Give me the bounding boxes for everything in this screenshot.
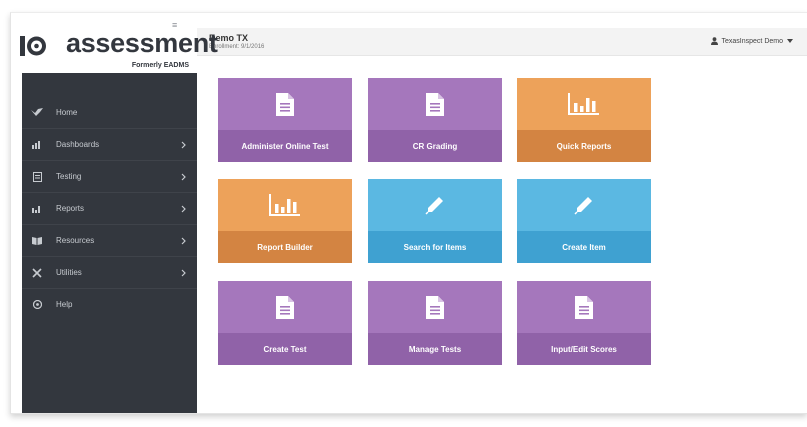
help-icon: [28, 300, 46, 309]
bar-chart-icon: [269, 194, 300, 216]
tile-icon-area: [517, 78, 651, 130]
top-bar: Demo TX Enrollment: 9/1/2016 TexasInspec…: [197, 28, 807, 56]
sidebar-nav: Home Dashboards Testing Reports Resource…: [22, 96, 197, 320]
bar-chart-icon: [28, 205, 46, 213]
tile-icon-area: [218, 281, 352, 333]
io-logo-icon: [20, 36, 46, 56]
page: Demo TX Enrollment: 9/1/2016 TexasInspec…: [0, 0, 807, 427]
pencil-icon: [425, 197, 443, 215]
document-icon: [276, 92, 294, 116]
document-icon: [276, 295, 294, 319]
sidebar-item-label: Reports: [56, 204, 85, 213]
menu-toggle-icon[interactable]: ≡: [172, 21, 182, 30]
bar-chart-icon: [568, 93, 599, 115]
tile-label: Create Item: [517, 231, 651, 263]
pencil-icon: [574, 197, 592, 215]
sidebar-item-label: Resources: [56, 236, 95, 245]
tile-label: Report Builder: [218, 231, 352, 263]
sidebar-item-label: Utilities: [56, 268, 82, 277]
tile-icon-area: [368, 281, 502, 333]
chevron-right-icon: [181, 205, 186, 213]
tile-input-edit-scores[interactable]: Input/Edit Scores: [517, 281, 651, 365]
user-name: TexasInspect Demo: [721, 37, 783, 45]
testing-icon: [28, 171, 46, 182]
tile-create-item[interactable]: Create Item: [517, 179, 651, 263]
bird-icon: [28, 108, 46, 116]
dashboard-icon: [28, 140, 46, 149]
sidebar-item-label: Dashboards: [56, 140, 100, 149]
user-icon: [710, 37, 718, 45]
tile-search-for-items[interactable]: Search for Items: [368, 179, 502, 263]
chevron-right-icon: [181, 173, 186, 181]
document-icon: [575, 295, 593, 319]
tools-icon: [28, 267, 46, 278]
sidebar-item-label: Testing: [56, 172, 82, 181]
sidebar-item-dashboards[interactable]: Dashboards: [22, 128, 197, 160]
tile-quick-reports[interactable]: Quick Reports: [517, 78, 651, 162]
tile-label: Create Test: [218, 333, 352, 365]
chevron-right-icon: [181, 141, 186, 149]
tile-label: CR Grading: [368, 130, 502, 162]
sidebar-item-label: Home: [56, 107, 78, 117]
tile-label: Administer Online Test: [218, 130, 352, 162]
tile-label: Manage Tests: [368, 333, 502, 365]
tile-create-test[interactable]: Create Test: [218, 281, 352, 365]
tile-icon-area: [368, 78, 502, 130]
tile-icon-area: [218, 179, 352, 231]
logo-subtitle: Formerly EADMS: [131, 62, 189, 69]
sidebar-item-help[interactable]: Help: [22, 288, 197, 320]
tile-administer-online-test[interactable]: Administer Online Test: [218, 78, 352, 162]
tile-cr-grading[interactable]: CR Grading: [368, 78, 502, 162]
caret-down-icon: [787, 39, 793, 43]
book-icon: [28, 236, 46, 245]
tile-label: Input/Edit Scores: [517, 333, 651, 365]
document-icon: [426, 92, 444, 116]
tile-icon-area: [517, 179, 651, 231]
document-icon: [426, 295, 444, 319]
tile-manage-tests[interactable]: Manage Tests: [368, 281, 502, 365]
sidebar-item-reports[interactable]: Reports: [22, 192, 197, 224]
logo-text: assessment: [66, 28, 218, 58]
logo[interactable]: assessment Formerly EADMS ≡: [20, 18, 218, 73]
user-menu[interactable]: TexasInspect Demo: [710, 37, 793, 45]
sidebar-item-label: Help: [56, 300, 73, 309]
chevron-right-icon: [181, 269, 186, 277]
tile-icon-area: [368, 179, 502, 231]
sidebar: assessment Formerly EADMS ≡ Home Dashboa…: [20, 18, 218, 413]
sidebar-item-home[interactable]: Home: [22, 96, 197, 128]
tile-icon-area: [218, 78, 352, 130]
sidebar-item-utilities[interactable]: Utilities: [22, 256, 197, 288]
sidebar-item-testing[interactable]: Testing: [22, 160, 197, 192]
tile-icon-area: [517, 281, 651, 333]
tile-report-builder[interactable]: Report Builder: [218, 179, 352, 263]
sidebar-item-resources[interactable]: Resources: [22, 224, 197, 256]
chevron-right-icon: [181, 237, 186, 245]
tile-label: Search for Items: [368, 231, 502, 263]
tile-label: Quick Reports: [517, 130, 651, 162]
